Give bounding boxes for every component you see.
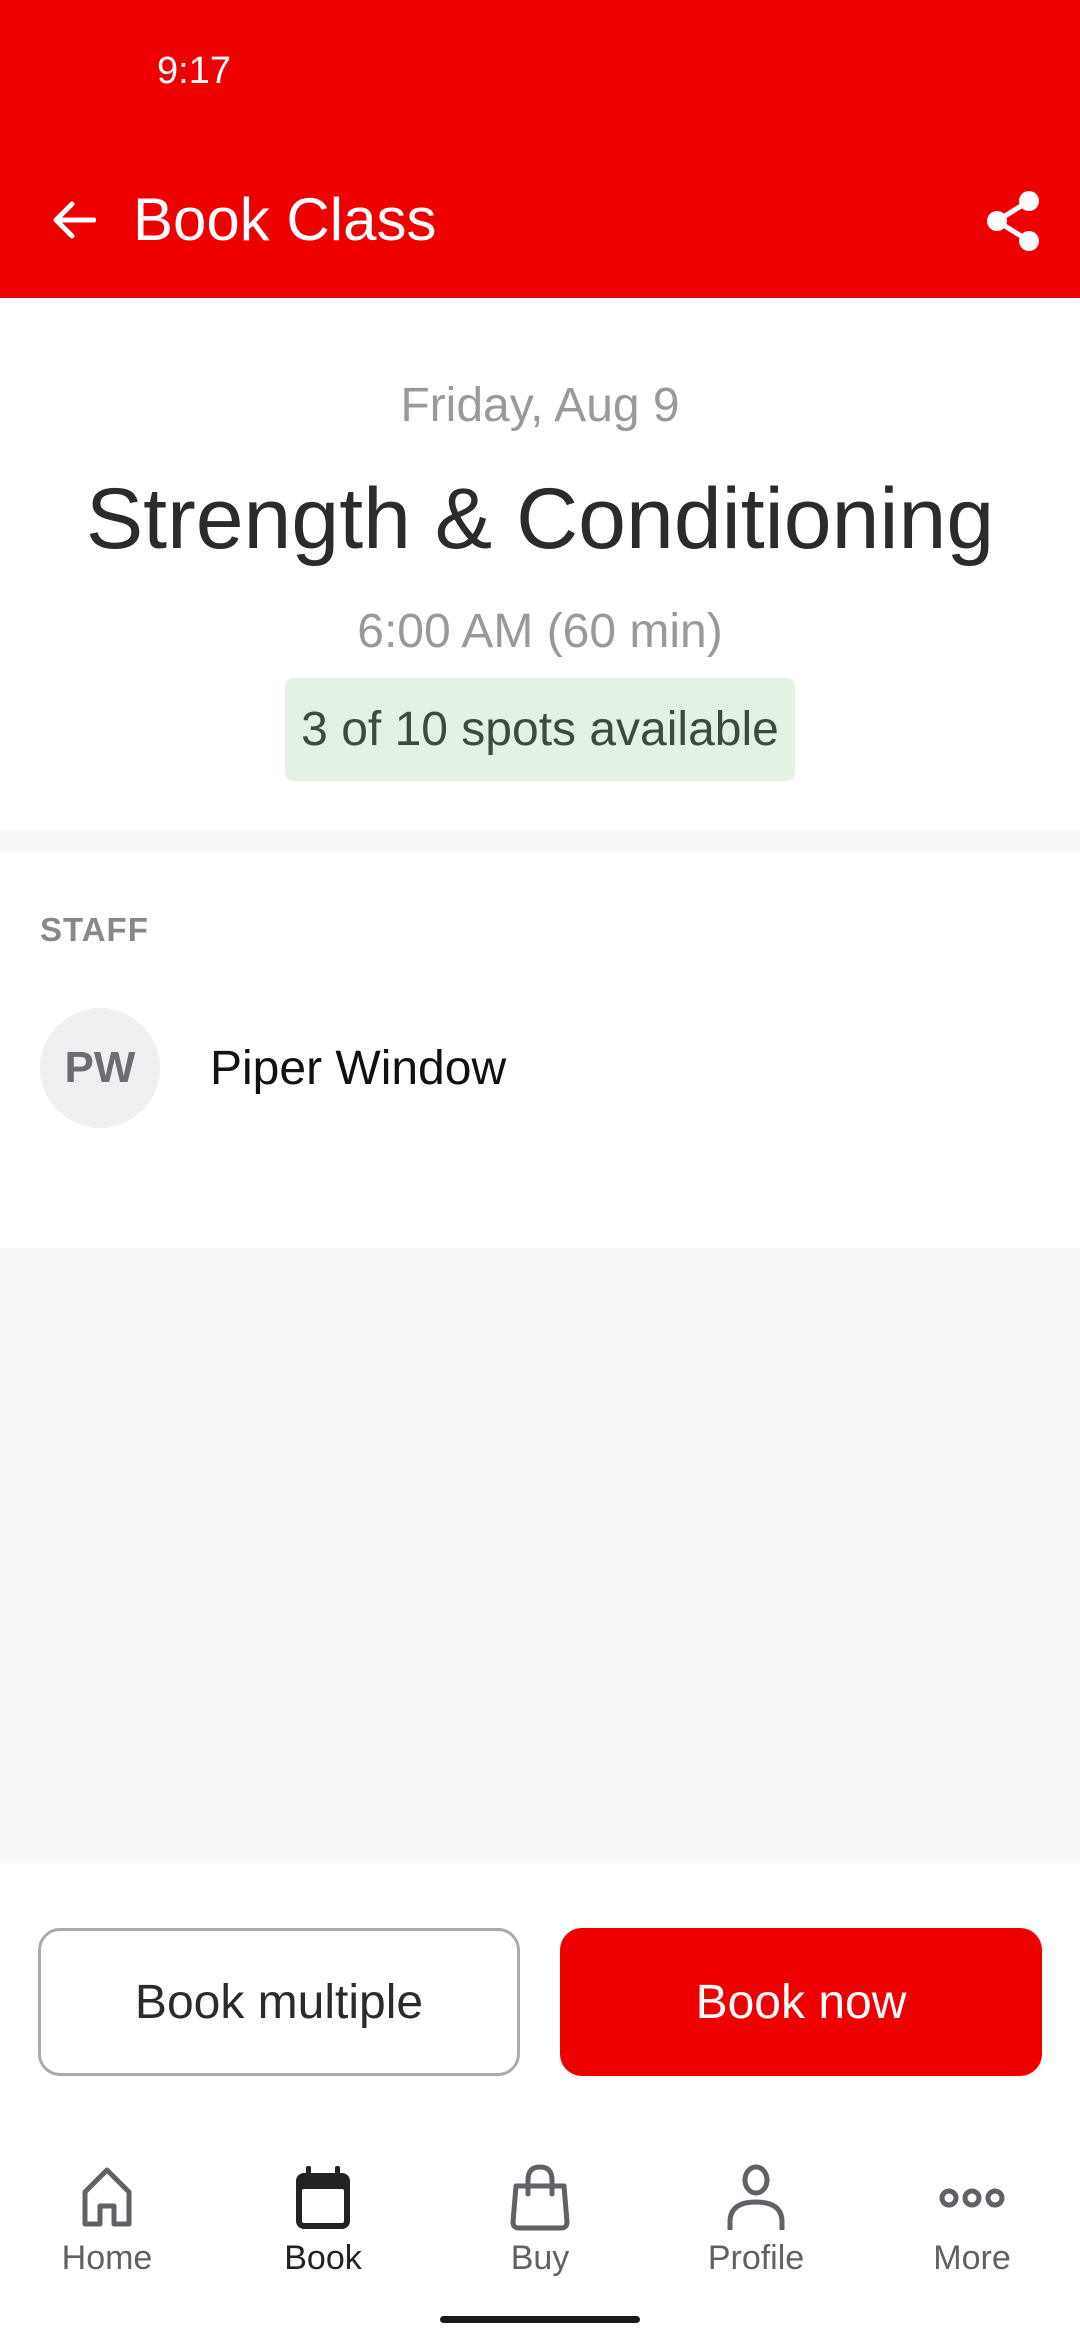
nav-label: Buy — [510, 2239, 570, 2277]
avatar: PW — [40, 1008, 160, 1128]
nav-item-buy[interactable]: Buy — [440, 2163, 640, 2313]
class-date: Friday, Aug 9 — [400, 379, 680, 432]
person-icon — [721, 2163, 791, 2233]
back-button[interactable] — [44, 185, 104, 255]
shopping-bag-icon — [505, 2163, 575, 2233]
nav-label: More — [933, 2239, 1011, 2277]
book-now-button[interactable]: Book now — [560, 1928, 1042, 2076]
more-dots-icon — [937, 2163, 1007, 2233]
content-background — [0, 1248, 1080, 1863]
nav-label: Home — [61, 2239, 153, 2277]
home-indicator-bar[interactable] — [440, 2316, 640, 2323]
bottom-navigation: Home Book Buy Profile More — [0, 2113, 1080, 2340]
booking-actions: Book multiple Book now — [0, 1863, 1080, 2113]
home-icon — [72, 2163, 142, 2233]
arrow-left-icon — [53, 201, 96, 239]
nav-item-home[interactable]: Home — [7, 2163, 207, 2313]
staff-section: STAFF PW Piper Window — [0, 853, 1080, 1248]
nav-item-book[interactable]: Book — [223, 2163, 423, 2313]
staff-name: Piper Window — [210, 1041, 507, 1095]
app-header: 9:17 Book Class — [0, 0, 1080, 298]
class-info-section: Friday, Aug 9 Strength & Conditioning 6:… — [0, 298, 1080, 830]
nav-label: Book — [284, 2239, 362, 2277]
section-divider — [0, 830, 1080, 853]
nav-item-profile[interactable]: Profile — [656, 2163, 856, 2313]
page-title: Book Class — [133, 186, 437, 253]
class-name: Strength & Conditioning — [85, 471, 995, 567]
book-multiple-button[interactable]: Book multiple — [38, 1928, 520, 2076]
status-bar-time: 9:17 — [157, 50, 231, 92]
staff-section-label: STAFF — [40, 911, 149, 948]
staff-list-item[interactable]: PW Piper Window — [40, 1008, 1040, 1128]
share-button[interactable] — [978, 186, 1048, 256]
class-time: 6:00 AM (60 min) — [357, 605, 723, 658]
share-icon — [987, 191, 1039, 251]
calendar-icon — [288, 2163, 358, 2233]
nav-label: Profile — [707, 2239, 805, 2277]
spots-available-badge: 3 of 10 spots available — [285, 678, 795, 781]
nav-item-more[interactable]: More — [872, 2163, 1072, 2313]
